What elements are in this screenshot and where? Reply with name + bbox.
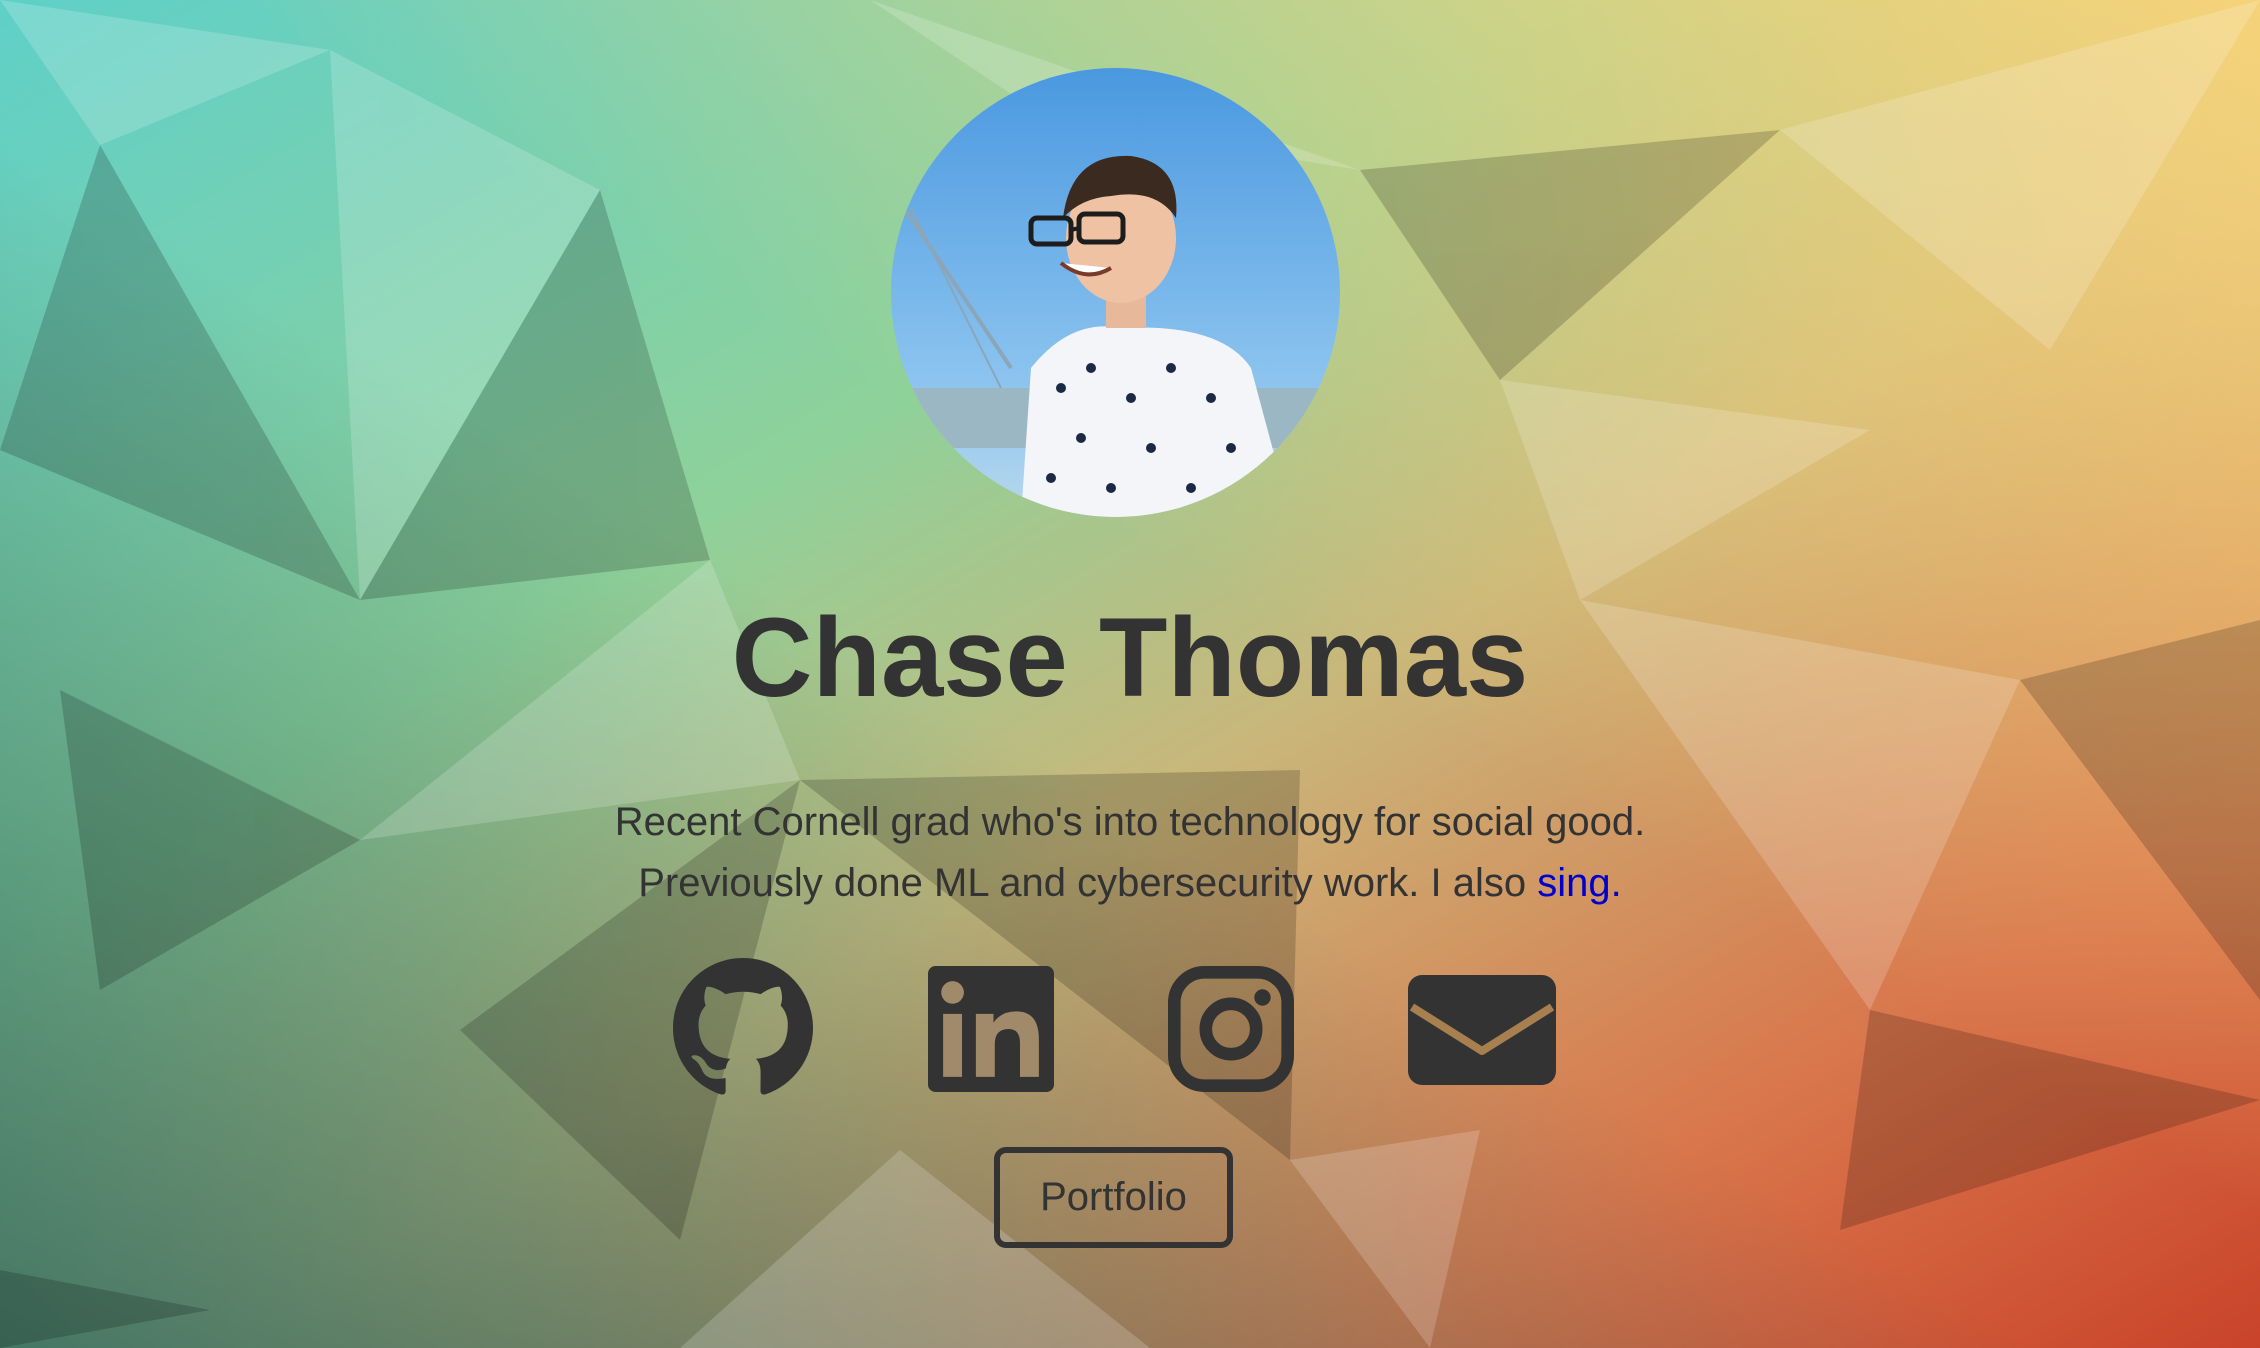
github-icon[interactable] [673,958,813,1098]
bio-line-1: Recent Cornell grad who's into technolog… [614,800,1646,844]
portfolio-button[interactable]: Portfolio [994,1147,1233,1248]
bio-line-2-text: Previously done ML and cybersecurity wor… [638,861,1538,905]
profile-photo [891,68,1340,517]
sing-link[interactable]: sing. [1537,861,1622,905]
bio-line-2: Previously done ML and cybersecurity wor… [480,853,1780,914]
bio-text: Recent Cornell grad who's into technolog… [480,792,1780,914]
instagram-icon[interactable] [1168,966,1294,1092]
mail-icon[interactable] [1408,975,1556,1085]
page-title: Chase Thomas [731,595,1529,720]
linkedin-icon[interactable] [928,966,1054,1092]
